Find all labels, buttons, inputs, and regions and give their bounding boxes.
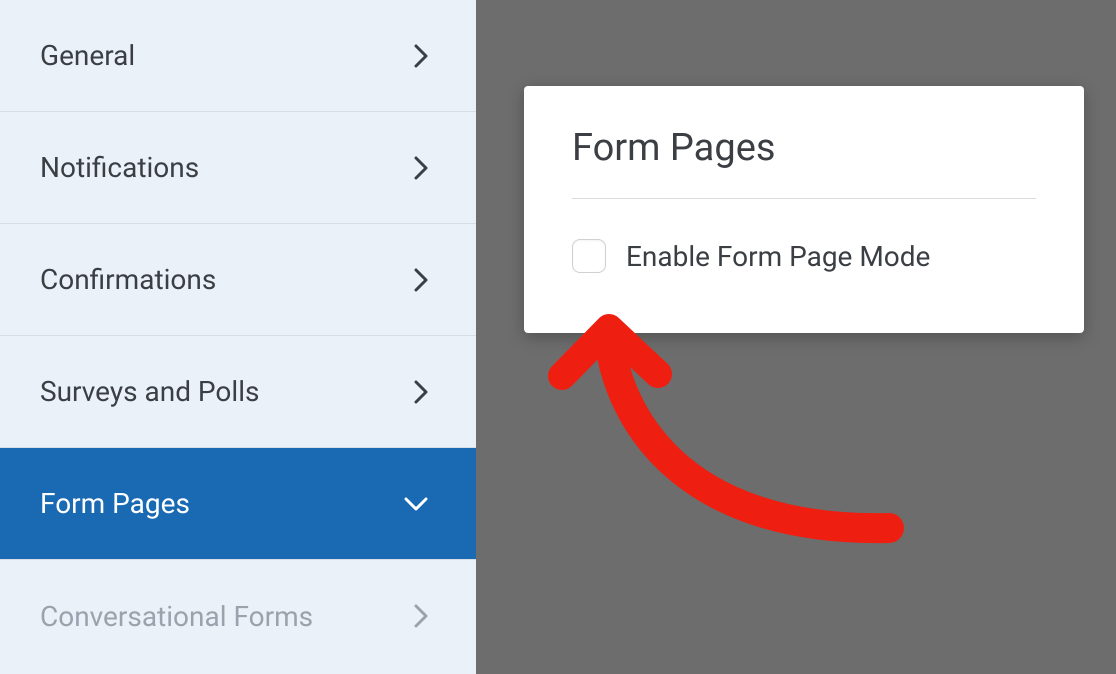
sidebar-item-conversational-forms[interactable]: Conversational Forms [0, 560, 476, 672]
sidebar-item-surveys-and-polls[interactable]: Surveys and Polls [0, 336, 476, 448]
chevron-right-icon [414, 44, 428, 68]
chevron-down-icon [404, 497, 428, 511]
sidebar-item-general[interactable]: General [0, 0, 476, 112]
sidebar-item-label: Surveys and Polls [40, 375, 259, 408]
chevron-right-icon [414, 268, 428, 292]
panel-divider [572, 198, 1036, 199]
enable-form-page-mode-checkbox[interactable] [572, 239, 606, 273]
sidebar-item-confirmations[interactable]: Confirmations [0, 224, 476, 336]
settings-sidebar: General Notifications Confirmations Surv… [0, 0, 476, 674]
panel-title: Form Pages [572, 126, 1036, 170]
checkbox-label: Enable Form Page Mode [626, 240, 930, 273]
enable-form-page-mode-row: Enable Form Page Mode [572, 239, 1036, 273]
form-pages-panel: Form Pages Enable Form Page Mode [524, 86, 1084, 333]
sidebar-item-label: Conversational Forms [40, 600, 313, 633]
chevron-right-icon [414, 604, 428, 628]
sidebar-item-form-pages[interactable]: Form Pages [0, 448, 476, 560]
sidebar-item-label: Form Pages [40, 487, 190, 520]
sidebar-item-notifications[interactable]: Notifications [0, 112, 476, 224]
sidebar-item-label: Confirmations [40, 263, 216, 296]
chevron-right-icon [414, 156, 428, 180]
chevron-right-icon [414, 380, 428, 404]
content-area: Form Pages Enable Form Page Mode [476, 0, 1116, 674]
annotation-arrow-icon [544, 288, 924, 592]
sidebar-item-label: General [40, 39, 135, 72]
sidebar-item-label: Notifications [40, 151, 199, 184]
